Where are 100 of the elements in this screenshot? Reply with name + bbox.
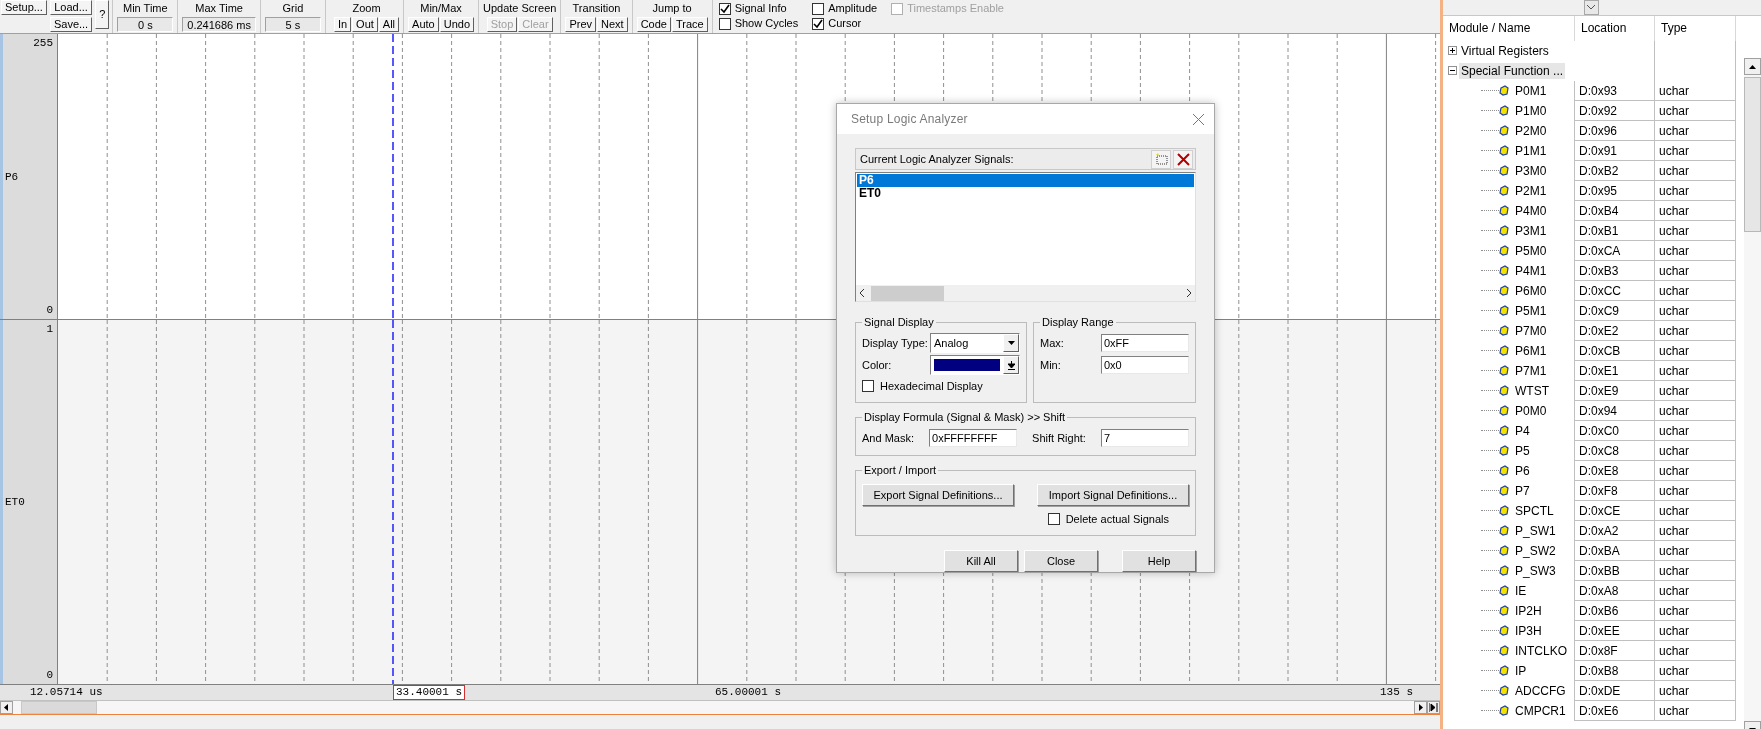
checkbox[interactable] <box>862 380 874 392</box>
register-name[interactable]: P6M0 <box>1515 283 1547 298</box>
save-button[interactable]: Save... <box>49 17 93 32</box>
register-name[interactable]: P7M1 <box>1515 363 1547 378</box>
type-cell: uchar <box>1654 401 1736 421</box>
signal-list-item[interactable]: P6 <box>857 174 1194 187</box>
toolbar-button[interactable]: Trace <box>671 17 708 32</box>
type-cell: uchar <box>1654 701 1736 721</box>
register-name[interactable]: IP3H <box>1515 623 1542 638</box>
register-name[interactable]: P6 <box>1515 463 1530 478</box>
toolbar-button[interactable]: Code <box>636 17 671 32</box>
toolbar-button[interactable]: Undo <box>439 17 474 32</box>
checkbox[interactable] <box>1047 513 1060 525</box>
register-icon <box>1499 145 1509 156</box>
scrollbar-thumb[interactable] <box>1744 77 1761 232</box>
register-name[interactable]: P3M1 <box>1515 223 1547 238</box>
option-label: Cursor <box>828 17 862 30</box>
load-button[interactable]: Load... <box>49 0 93 15</box>
setup-button[interactable]: Setup... <box>1 0 47 15</box>
signal-name[interactable]: P6 <box>5 170 19 183</box>
delete-icon[interactable] <box>1173 149 1193 169</box>
signal-name[interactable]: ET0 <box>5 496 25 508</box>
dialog-button[interactable]: Kill All <box>944 550 1018 572</box>
display-type-select[interactable]: Analog <box>930 333 1020 353</box>
register-name[interactable]: P1M0 <box>1515 103 1547 118</box>
location-cell: D:0xB8 <box>1574 661 1655 681</box>
column-header[interactable]: Module / Name <box>1443 16 1575 41</box>
tree-group[interactable]: Virtual Registers <box>1459 42 1551 59</box>
column-header[interactable]: Type <box>1655 16 1736 41</box>
location-cell: D:0xC8 <box>1574 441 1655 461</box>
location-cell: D:0xB4 <box>1574 201 1655 221</box>
register-name[interactable]: P1M1 <box>1515 143 1547 158</box>
toolbar-button[interactable]: Auto <box>408 17 439 32</box>
checkbox[interactable] <box>718 17 731 30</box>
color-picker[interactable] <box>930 355 1020 375</box>
signal-list-item[interactable]: ET0 <box>857 187 1194 200</box>
export-button[interactable]: Export Signal Definitions... <box>862 484 1014 506</box>
register-name[interactable]: CMPCR1 <box>1515 703 1566 718</box>
min-input[interactable]: 0x0 <box>1101 356 1189 374</box>
import-button[interactable]: Import Signal Definitions... <box>1037 484 1189 506</box>
register-name[interactable]: P_SW3 <box>1515 563 1556 578</box>
register-icon <box>1499 405 1509 416</box>
register-icon <box>1499 685 1509 696</box>
location-cell: D:0xB1 <box>1574 221 1655 241</box>
toolbar-button[interactable]: Prev <box>565 17 596 32</box>
register-name[interactable]: P5 <box>1515 443 1530 458</box>
location-cell: D:0x92 <box>1574 101 1655 121</box>
type-cell: uchar <box>1654 181 1736 201</box>
expand-icon[interactable] <box>1448 46 1457 55</box>
register-name[interactable]: WTST <box>1515 383 1549 398</box>
dropdown-icon[interactable] <box>1583 0 1599 15</box>
scroll-up-icon[interactable] <box>1744 58 1761 75</box>
cursor-time: 33.40001 s <box>393 685 465 700</box>
mask-input[interactable]: 0xFFFFFFFF <box>929 429 1018 447</box>
register-name[interactable]: IE <box>1515 583 1527 598</box>
dialog-button[interactable]: Close <box>1024 550 1098 572</box>
type-cell: uchar <box>1654 381 1736 401</box>
toolbar-button[interactable]: Out <box>352 17 378 32</box>
help-button[interactable]: ? <box>95 0 110 29</box>
register-name[interactable]: P4M1 <box>1515 263 1547 278</box>
register-name[interactable]: P3M0 <box>1515 163 1547 178</box>
toolbar-button[interactable]: Next <box>597 17 628 32</box>
location-cell: D:0xCE <box>1574 501 1655 521</box>
register-icon <box>1499 85 1509 96</box>
register-name[interactable]: P0M1 <box>1515 83 1547 98</box>
register-name[interactable]: P_SW1 <box>1515 523 1556 538</box>
location-cell: D:0x8F <box>1574 641 1655 661</box>
register-name[interactable]: ADCCFG <box>1515 683 1566 698</box>
column-header[interactable]: Location <box>1575 16 1655 41</box>
register-name[interactable]: P7M0 <box>1515 323 1547 338</box>
register-name[interactable]: P7 <box>1515 483 1530 498</box>
register-name[interactable]: P5M0 <box>1515 243 1547 258</box>
register-name[interactable]: SPCTL <box>1515 503 1554 518</box>
collapse-icon[interactable] <box>1448 66 1457 75</box>
close-icon[interactable] <box>1193 113 1204 125</box>
register-name[interactable]: P2M0 <box>1515 123 1547 138</box>
register-icon <box>1499 485 1509 496</box>
checkbox[interactable] <box>812 17 825 30</box>
checkbox[interactable] <box>718 2 731 15</box>
register-name[interactable]: INTCLKO <box>1515 643 1567 658</box>
tree-group[interactable]: Special Function ... <box>1459 62 1566 79</box>
register-name[interactable]: P6M1 <box>1515 343 1547 358</box>
register-name[interactable]: P2M1 <box>1515 183 1547 198</box>
register-name[interactable]: P4 <box>1515 423 1530 438</box>
toolbar-button[interactable]: In <box>333 17 352 32</box>
scrollbar-thumb[interactable] <box>871 285 944 301</box>
register-name[interactable]: IP2H <box>1515 603 1542 618</box>
register-name[interactable]: P4M0 <box>1515 203 1547 218</box>
register-name[interactable]: P0M0 <box>1515 403 1547 418</box>
list-heading: Current Logic Analyzer Signals: <box>860 153 1014 165</box>
toolbar-button[interactable]: All <box>378 17 400 32</box>
register-name[interactable]: IP <box>1515 663 1527 678</box>
location-cell: D:0xC0 <box>1574 421 1655 441</box>
checkbox[interactable] <box>812 2 825 15</box>
register-name[interactable]: P_SW2 <box>1515 543 1556 558</box>
register-name[interactable]: P5M1 <box>1515 303 1547 318</box>
shift-input[interactable]: 7 <box>1100 429 1189 447</box>
new-signal-icon[interactable] <box>1151 149 1171 169</box>
dialog-button[interactable]: Help <box>1122 550 1196 572</box>
max-input[interactable]: 0xFF <box>1101 334 1189 352</box>
